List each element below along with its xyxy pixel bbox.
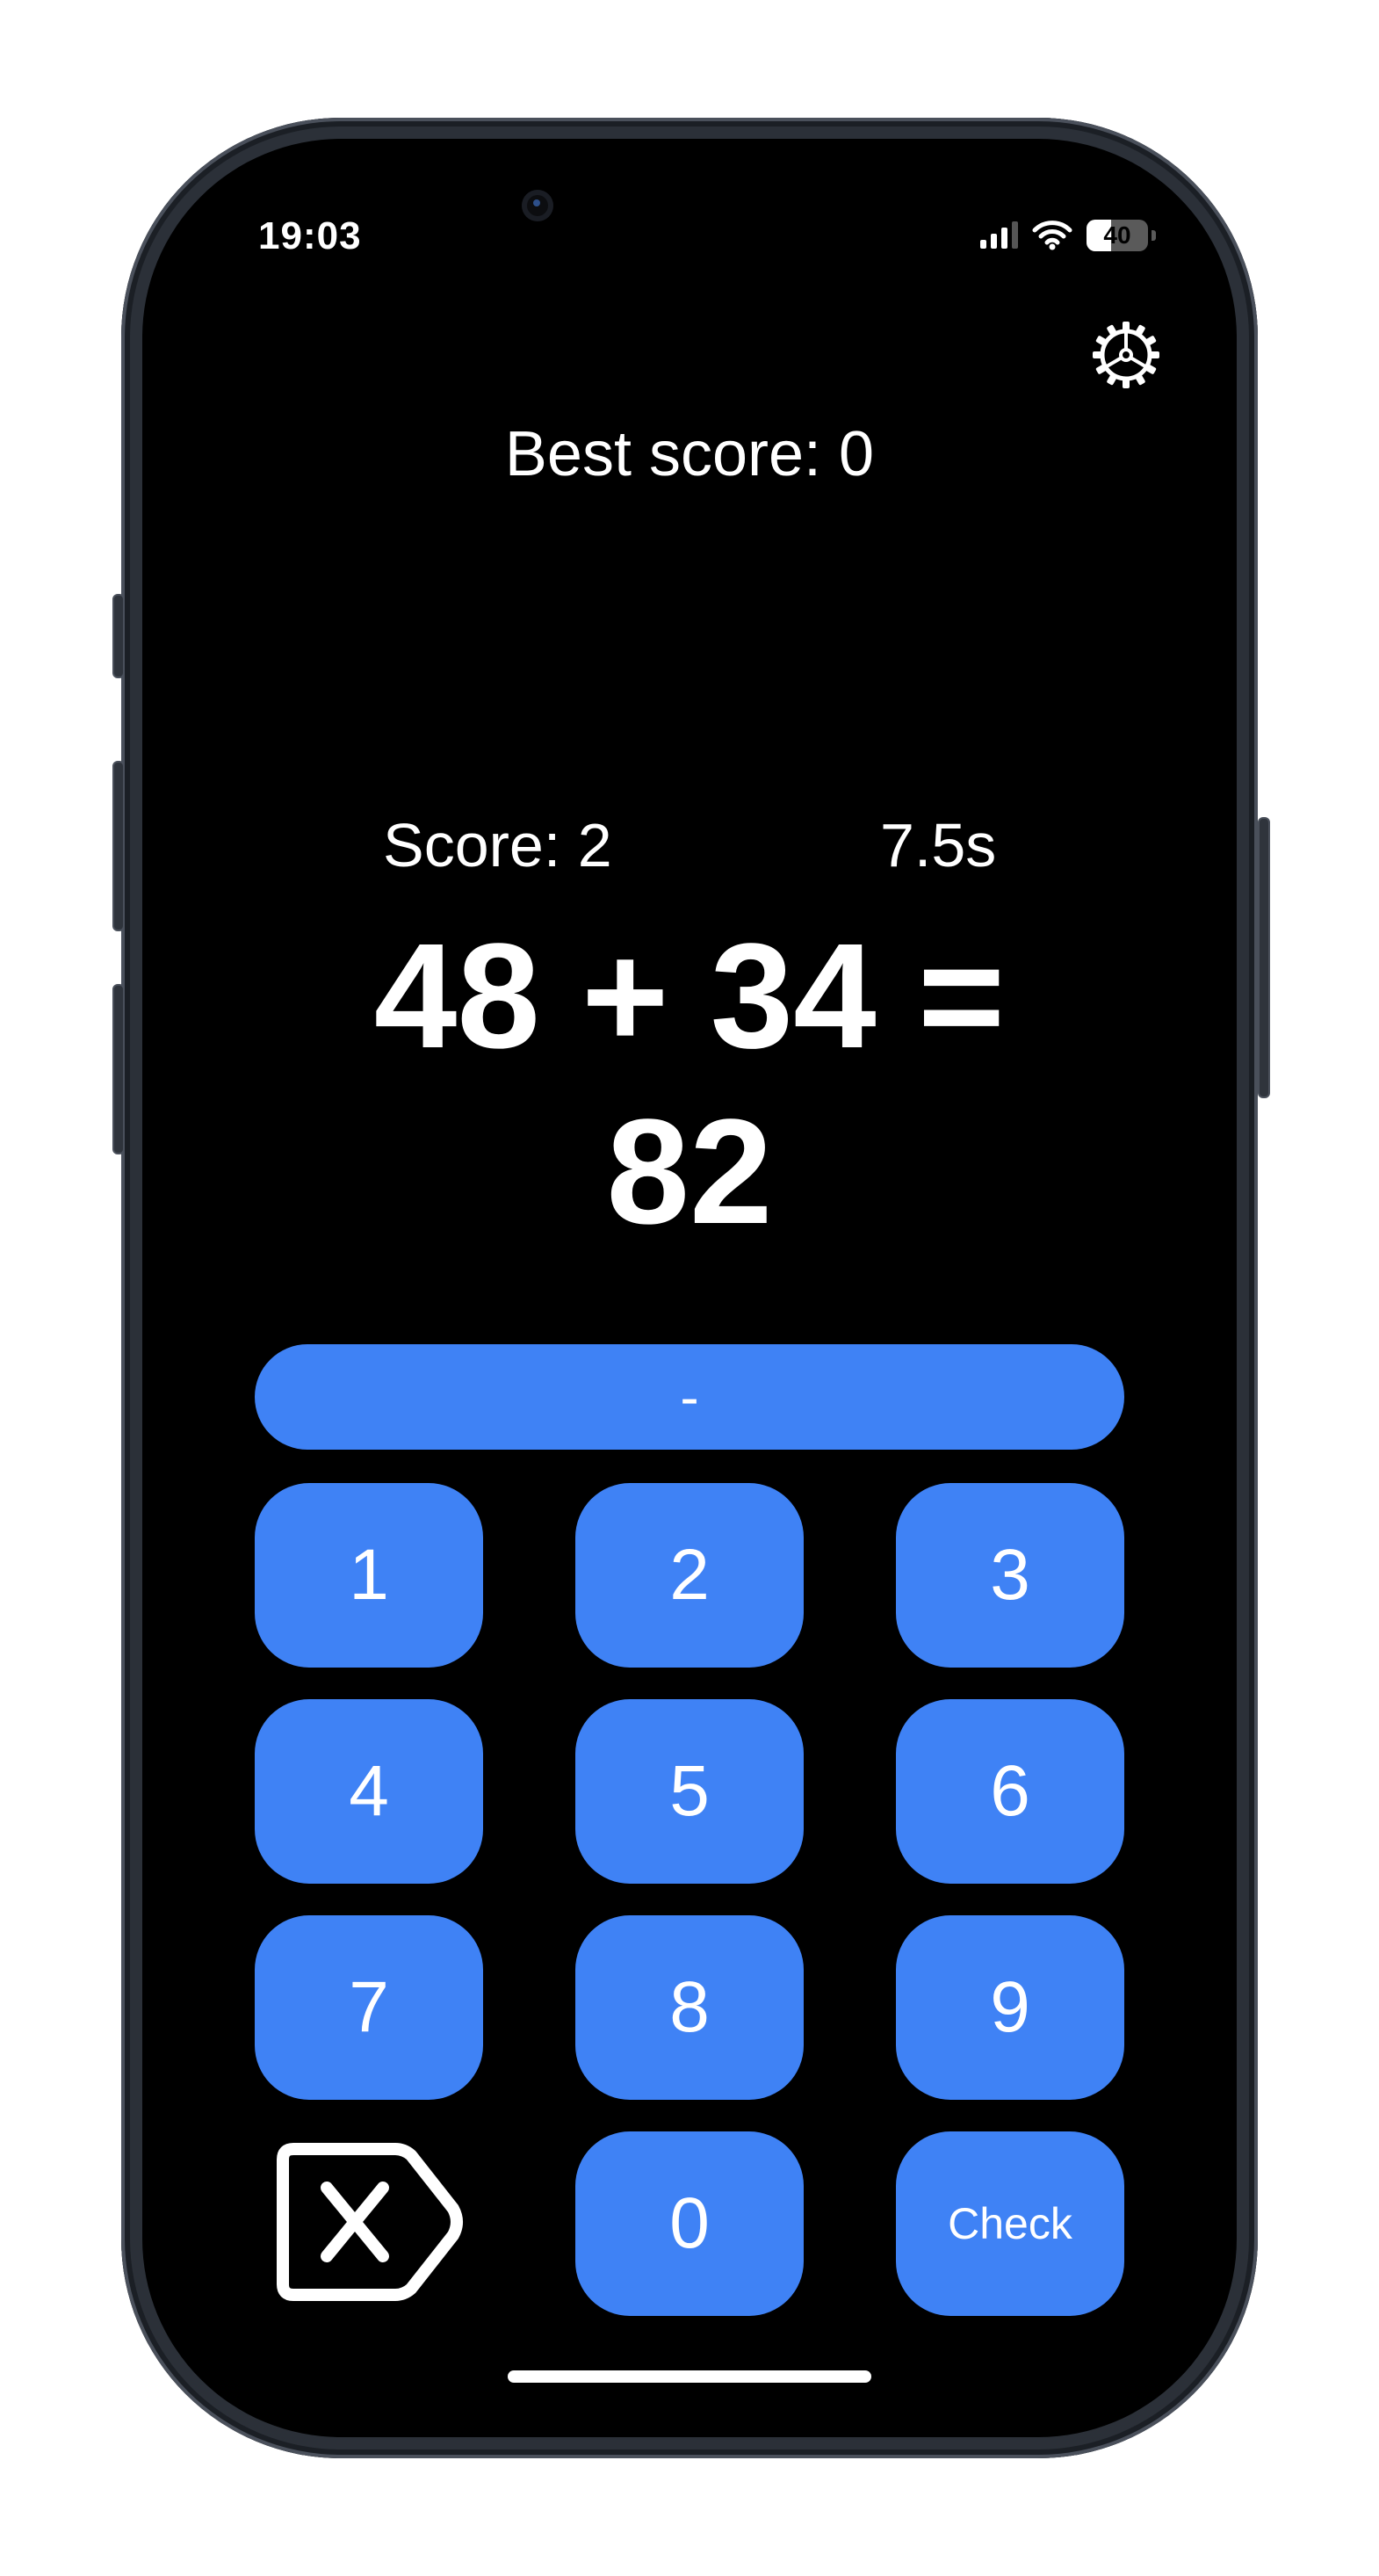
front-camera — [522, 190, 553, 221]
key-3[interactable]: 3 — [896, 1483, 1124, 1668]
score-label: Score: 2 — [383, 811, 612, 879]
equation-text: 48 + 34 = — [373, 913, 1006, 1080]
key-8[interactable]: 8 — [575, 1915, 804, 2100]
cellular-signal-icon — [980, 221, 1018, 249]
home-indicator[interactable] — [508, 2370, 871, 2383]
volume-down-button — [112, 984, 125, 1154]
app-screen: 19:03 40 Best score: 0 Score: 2 7.5s 48 … — [142, 139, 1237, 2437]
status-icons: 40 — [980, 220, 1156, 251]
gear-icon[interactable] — [1091, 320, 1161, 390]
key-7[interactable]: 7 — [255, 1915, 483, 2100]
answer-text: 82 — [606, 1089, 773, 1255]
best-score-label: Best score: 0 — [504, 419, 875, 489]
volume-up-button — [112, 761, 125, 931]
key-9[interactable]: 9 — [896, 1915, 1124, 2100]
key-2[interactable]: 2 — [575, 1483, 804, 1668]
check-button[interactable]: Check — [896, 2131, 1124, 2316]
key-4[interactable]: 4 — [255, 1699, 483, 1884]
battery-percentage: 40 — [1103, 221, 1131, 249]
battery-icon: 40 — [1087, 220, 1148, 251]
key-5[interactable]: 5 — [575, 1699, 804, 1884]
input-display: - — [255, 1344, 1124, 1450]
key-0[interactable]: 0 — [575, 2131, 804, 2316]
backspace-icon[interactable] — [272, 2138, 467, 2305]
mute-switch — [112, 594, 125, 678]
timer-label: 7.5s — [880, 811, 997, 879]
status-time: 19:03 — [258, 214, 362, 257]
wifi-icon — [1032, 221, 1072, 250]
key-1[interactable]: 1 — [255, 1483, 483, 1668]
power-button — [1258, 817, 1270, 1098]
key-6[interactable]: 6 — [896, 1699, 1124, 1884]
battery-nub — [1152, 230, 1156, 241]
